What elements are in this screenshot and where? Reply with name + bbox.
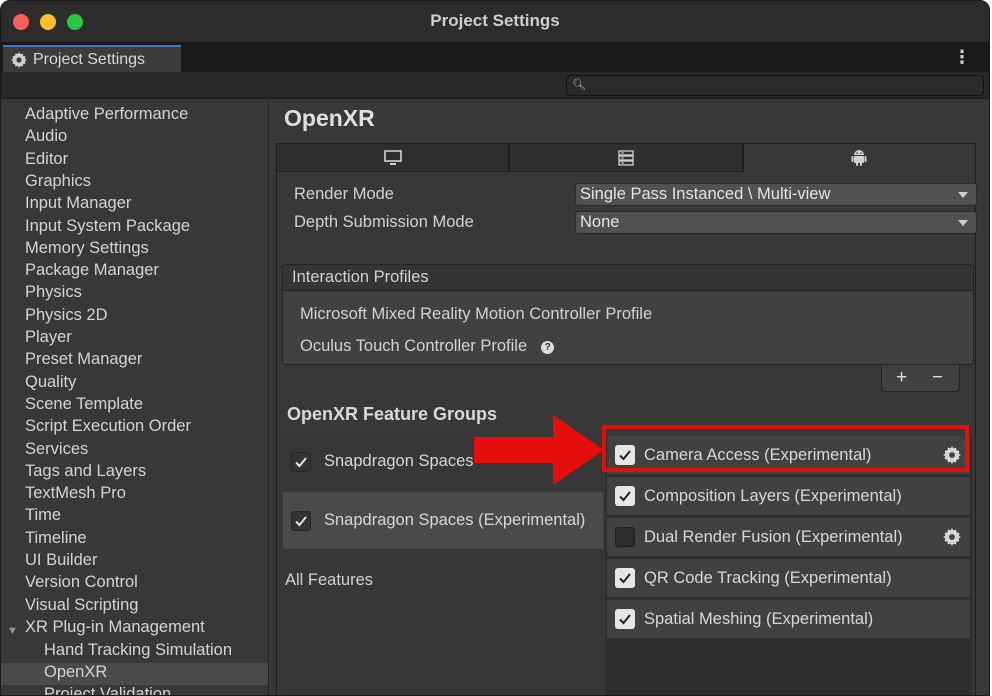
sidebar-item-package-manager[interactable]: Package Manager <box>25 261 159 280</box>
sidebar-item-quality[interactable]: Quality <box>25 373 76 392</box>
sidebar-item-textmesh-pro[interactable]: TextMesh Pro <box>25 484 126 503</box>
checkmark-icon <box>619 491 631 502</box>
search-row: 🔍︎ <box>1 72 989 99</box>
search-input[interactable]: 🔍︎ <box>566 75 984 96</box>
chevron-down-icon <box>958 220 968 226</box>
feature-checkbox[interactable] <box>615 568 635 588</box>
gear-icon[interactable] <box>943 528 961 546</box>
sidebar-item-openxr[interactable]: OpenXR <box>44 663 107 682</box>
feature-group-checkbox[interactable] <box>291 451 311 472</box>
feature-group-label: Snapdragon Spaces <box>324 452 474 470</box>
sidebar-item-time[interactable]: Time <box>25 506 61 525</box>
list-add-remove-controls: + − <box>881 365 960 392</box>
sidebar-item-graphics[interactable]: Graphics <box>25 172 91 191</box>
feature-dual-render-fusion[interactable]: Dual Render Fusion (Experimental) <box>607 518 970 556</box>
features-list: Camera Access (Experimental) Composition… <box>605 436 972 695</box>
list-item-oculus-touch-controller[interactable]: Oculus Touch Controller Profile? <box>300 337 555 356</box>
sidebar-item-player[interactable]: Player <box>25 328 72 347</box>
list-item-microsoft-motion-controller[interactable]: Microsoft Mixed Reality Motion Controlle… <box>300 305 652 324</box>
sidebar-item-project-validation[interactable]: Project Validation <box>44 685 171 695</box>
render-mode-dropdown[interactable]: Single Pass Instanced \ Multi-view <box>575 183 977 206</box>
search-icon: 🔍︎ <box>572 79 586 91</box>
interaction-profiles-header: Interaction Profiles <box>283 265 973 291</box>
feature-group-checkbox[interactable] <box>291 510 311 531</box>
gear-icon[interactable] <box>943 446 961 464</box>
sidebar-item-tags-and-layers[interactable]: Tags and Layers <box>25 462 146 481</box>
desktop-icon <box>383 149 402 165</box>
project-settings-window: Project Settings Project Settings ⋮ 🔍︎ A… <box>0 0 990 696</box>
sidebar-item-xr-plug-in-management[interactable]: XR Plug-in Management <box>25 618 205 637</box>
depth-submission-dropdown[interactable]: None <box>575 211 977 234</box>
sidebar-item-scene-template[interactable]: Scene Template <box>25 395 143 414</box>
render-mode-label: Render Mode <box>294 185 394 203</box>
feature-group-label: Snapdragon Spaces (Experimental) <box>324 511 586 529</box>
add-profile-button[interactable]: + <box>896 367 907 389</box>
interaction-profiles-list: Interaction Profiles Microsoft Mixed Rea… <box>282 264 974 365</box>
feature-label: Spatial Meshing (Experimental) <box>644 609 874 628</box>
sidebar-item-adaptive-performance[interactable]: Adaptive Performance <box>25 105 188 124</box>
checkmark-icon <box>295 515 307 526</box>
sidebar-item-visual-scripting[interactable]: Visual Scripting <box>25 596 138 615</box>
feature-label: QR Code Tracking (Experimental) <box>644 568 892 587</box>
feature-camera-access[interactable]: Camera Access (Experimental) <box>607 436 970 474</box>
chevron-down-icon <box>958 192 968 198</box>
platform-tabs <box>276 143 976 172</box>
depth-submission-value: None <box>580 213 620 231</box>
more-options-icon[interactable]: ⋮ <box>953 47 971 68</box>
sidebar-item-physics-2d[interactable]: Physics 2D <box>25 306 108 325</box>
feature-qr-code-tracking[interactable]: QR Code Tracking (Experimental) <box>607 559 970 597</box>
list-item-label: Oculus Touch Controller Profile <box>300 337 528 355</box>
render-mode-value: Single Pass Instanced \ Multi-view <box>580 185 831 203</box>
feature-composition-layers[interactable]: Composition Layers (Experimental) <box>607 477 970 515</box>
tab-android[interactable] <box>742 143 976 172</box>
sidebar-item-timeline[interactable]: Timeline <box>25 529 87 548</box>
checkmark-icon <box>619 450 631 461</box>
tab-label: Project Settings <box>33 50 146 68</box>
feature-groups-title: OpenXR Feature Groups <box>287 404 498 424</box>
checkmark-icon <box>295 456 307 467</box>
feature-group-snapdragon-spaces-experimental[interactable]: Snapdragon Spaces (Experimental) <box>283 492 603 549</box>
sidebar-item-ui-builder[interactable]: UI Builder <box>25 551 97 570</box>
annotation-arrow-icon <box>474 415 604 485</box>
sidebar-item-memory-settings[interactable]: Memory Settings <box>25 239 149 258</box>
feature-checkbox[interactable] <box>615 609 635 629</box>
title-bar: Project Settings <box>1 1 989 43</box>
feature-checkbox[interactable] <box>615 527 635 547</box>
sidebar-item-version-control[interactable]: Version Control <box>25 573 138 592</box>
feature-label: Camera Access (Experimental) <box>644 445 872 464</box>
android-icon <box>851 150 867 166</box>
gear-icon <box>11 51 27 68</box>
depth-submission-label: Depth Submission Mode <box>294 213 474 231</box>
sidebar-item-audio[interactable]: Audio <box>25 127 67 146</box>
checkmark-icon <box>619 573 631 584</box>
remove-profile-button[interactable]: − <box>932 367 943 389</box>
sidebar-item-editor[interactable]: Editor <box>25 150 68 169</box>
tab-bar: Project Settings ⋮ <box>1 43 989 72</box>
tab-project-settings[interactable]: Project Settings <box>3 45 181 72</box>
server-icon <box>618 149 634 166</box>
expand-triangle-icon[interactable]: ▼ <box>7 625 18 637</box>
all-features-item[interactable]: All Features <box>285 571 373 590</box>
help-icon[interactable]: ? <box>541 341 555 354</box>
window-title: Project Settings <box>430 11 560 30</box>
page-title: OpenXR <box>284 105 375 131</box>
sidebar-item-preset-manager[interactable]: Preset Manager <box>25 350 142 369</box>
feature-checkbox[interactable] <box>615 445 635 465</box>
sidebar-item-hand-tracking-simulation[interactable]: Hand Tracking Simulation <box>44 641 232 660</box>
checkmark-icon <box>619 614 631 625</box>
tab-standalone[interactable] <box>276 143 510 172</box>
sidebar-item-services[interactable]: Services <box>25 440 88 459</box>
sidebar-item-script-execution-order[interactable]: Script Execution Order <box>25 417 191 436</box>
sidebar-item-physics[interactable]: Physics <box>25 283 82 302</box>
tab-server[interactable] <box>509 143 743 172</box>
feature-label: Composition Layers (Experimental) <box>644 486 902 505</box>
settings-sidebar: Adaptive Performance Audio Editor Graphics I… <box>1 99 269 695</box>
feature-spatial-meshing[interactable]: Spatial Meshing (Experimental) <box>607 600 970 638</box>
sidebar-item-input-manager[interactable]: Input Manager <box>25 194 131 213</box>
sidebar-selection-highlight <box>1 663 268 685</box>
settings-main-panel: OpenXR Render Mode Single Pass Instanced… <box>270 99 989 695</box>
sidebar-item-input-system-package[interactable]: Input System Package <box>25 217 190 236</box>
feature-label: Dual Render Fusion (Experimental) <box>644 527 903 546</box>
feature-checkbox[interactable] <box>615 486 635 506</box>
